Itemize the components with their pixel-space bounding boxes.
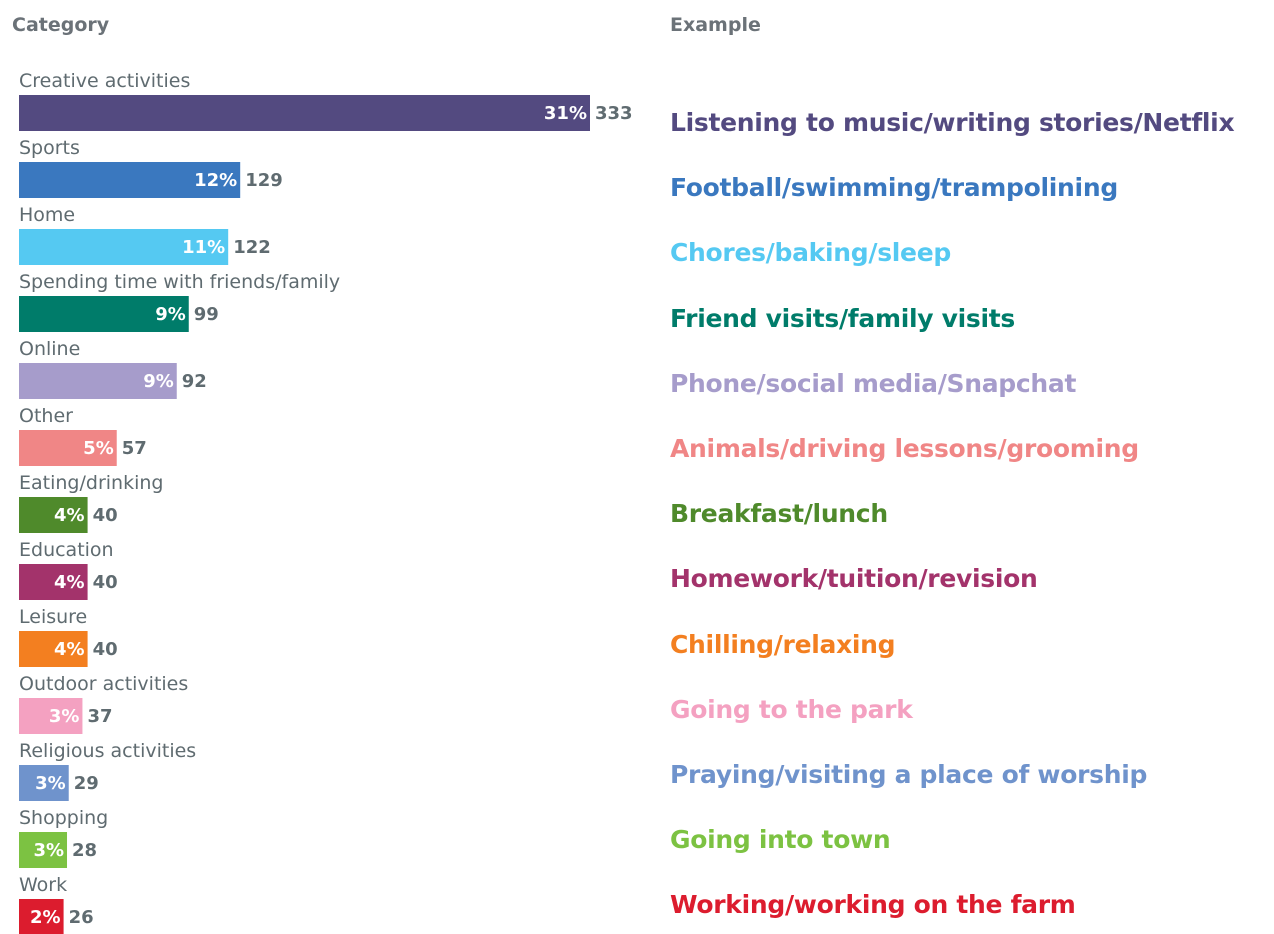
count-label: 40 — [93, 572, 118, 593]
count-label: 26 — [69, 907, 94, 928]
category-label: Sports — [19, 137, 80, 159]
example-text: Working/working on the farm — [670, 890, 1076, 920]
percent-label: 11% — [182, 237, 225, 258]
category-label: Shopping — [19, 807, 108, 829]
percent-label: 9% — [143, 371, 174, 392]
category-label: Other — [19, 405, 73, 427]
percent-label: 5% — [83, 438, 114, 459]
example-text: Going into town — [670, 825, 891, 855]
example-text: Animals/driving lessons/grooming — [670, 434, 1139, 463]
category-label: Creative activities — [19, 70, 190, 92]
example-text: Homework/tuition/revision — [670, 564, 1038, 594]
bar — [19, 95, 590, 131]
percent-label: 2% — [30, 907, 61, 928]
category-label: Work — [19, 874, 67, 896]
count-label: 37 — [87, 706, 112, 727]
category-label: Online — [19, 338, 80, 360]
percent-label: 3% — [35, 773, 66, 794]
percent-label: 4% — [54, 639, 85, 660]
count-label: 57 — [122, 438, 147, 459]
percent-label: 4% — [54, 572, 85, 593]
percent-label: 4% — [54, 505, 85, 526]
example-text: Praying/visiting a place of worship — [670, 760, 1148, 789]
category-label: Eating/drinking — [19, 472, 163, 494]
example-text: Breakfast/lunch — [670, 499, 888, 529]
percent-label: 3% — [49, 706, 80, 727]
example-text: Chilling/relaxing — [670, 629, 896, 659]
example-text: Football/swimming/trampolining — [670, 173, 1118, 203]
count-label: 99 — [194, 304, 219, 325]
count-label: 40 — [93, 505, 118, 526]
category-label: Home — [19, 204, 75, 226]
count-label: 122 — [233, 237, 271, 258]
count-label: 333 — [595, 103, 633, 124]
example-text: Phone/social media/Snapchat — [670, 368, 1077, 398]
percent-label: 3% — [33, 840, 64, 861]
percent-label: 9% — [155, 304, 186, 325]
category-label: Religious activities — [19, 740, 196, 762]
category-label: Outdoor activities — [19, 673, 188, 695]
percent-label: 31% — [544, 103, 587, 124]
percent-label: 12% — [194, 170, 237, 191]
count-label: 129 — [245, 170, 283, 191]
example-text: Listening to music/writing stories/Netfl… — [670, 108, 1235, 137]
example-text: Going to the park — [670, 694, 913, 724]
category-label: Education — [19, 539, 114, 561]
category-bar-chart: Creative activities 31% 333 Sports 12% 129 Hom… — [19, 70, 633, 934]
count-label: 92 — [182, 371, 207, 392]
count-label: 29 — [74, 773, 99, 794]
count-label: 40 — [93, 639, 118, 660]
category-label: Spending time with friends/family — [19, 271, 340, 293]
category-label: Leisure — [19, 606, 87, 628]
examples-list: Listening to music/writing stories/Netfl… — [670, 0, 1270, 934]
example-text: Friend visits/family visits — [670, 303, 1015, 333]
count-label: 28 — [72, 840, 97, 861]
example-text: Chores/baking/sleep — [670, 238, 951, 268]
